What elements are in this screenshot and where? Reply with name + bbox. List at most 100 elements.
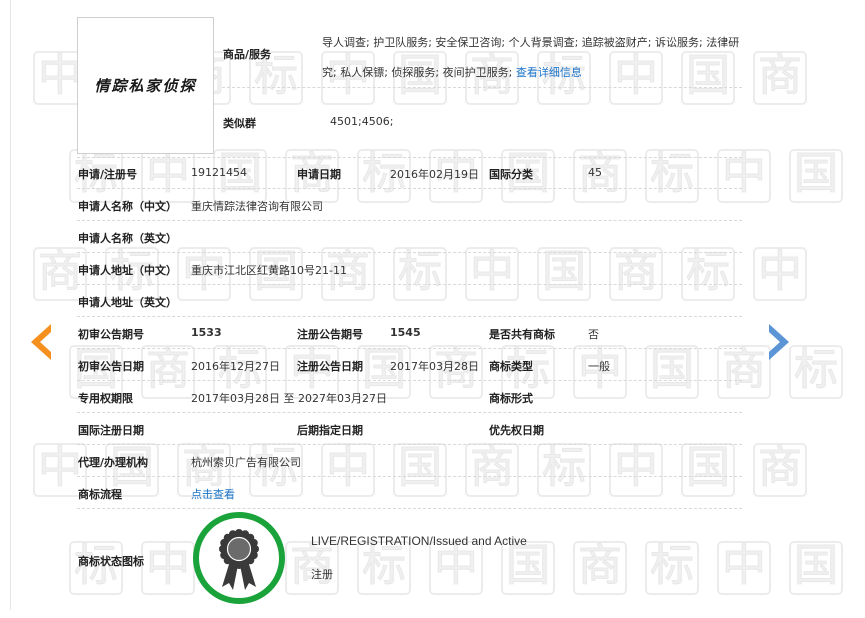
exclusive-value: 2017年03月28日 至 2027年03月27日 <box>191 392 387 405</box>
prelim-no-label: 初审公告期号 <box>78 328 144 341</box>
status-english: LIVE/REGISTRATION/Issued and Active <box>311 534 527 548</box>
watermark-box <box>789 541 843 595</box>
applicant-cn-value: 重庆情踪法律咨询有限公司 <box>191 200 323 213</box>
watermark-char: 商 <box>578 540 622 591</box>
watermark-char: 中 <box>146 540 190 591</box>
watermark-char: 中 <box>722 540 766 591</box>
apply-date-value: 2016年02月19日 <box>390 168 479 181</box>
watermark-box <box>501 541 555 595</box>
watermark-char: 标 <box>398 246 442 297</box>
status-chinese: 注册 <box>311 568 333 581</box>
goods-label: 商品/服务 <box>223 48 272 61</box>
watermark-char: 国 <box>542 246 586 297</box>
watermark-char: 商 <box>758 50 802 101</box>
divider <box>77 316 742 317</box>
mark-form-label: 商标形式 <box>489 392 533 405</box>
watermark-char: 中 <box>38 50 82 101</box>
registered-badge-icon <box>193 512 285 604</box>
watermark-char: 商 <box>722 344 766 395</box>
watermark-box <box>609 443 663 497</box>
divider <box>77 476 742 477</box>
watermark-box <box>753 247 807 301</box>
watermark-char: 国 <box>650 344 694 395</box>
watermark-box <box>753 51 807 105</box>
watermark-char: 标 <box>542 442 586 493</box>
goods-detail-link[interactable]: 查看详细信息 <box>516 66 582 79</box>
arrow-right-icon[interactable] <box>767 322 793 362</box>
goods-value: 导人调查; 护卫队服务; 安全保卫咨询; 个人背景调查; 追踪被盗财产; 诉讼服… <box>322 28 742 88</box>
watermark-box <box>789 149 843 203</box>
watermark-box <box>465 443 519 497</box>
apply-date-label: 申请日期 <box>297 168 341 181</box>
mark-type-value: 一般 <box>588 360 610 373</box>
watermark-char: 标 <box>794 344 838 395</box>
applicant-cn-label: 申请人名称（中文） <box>78 200 177 213</box>
reg-pub-no-label: 注册公告期号 <box>297 328 363 341</box>
divider <box>77 348 742 349</box>
arrow-left-icon[interactable] <box>27 322 53 362</box>
watermark-box <box>537 247 591 301</box>
agent-label: 代理/办理机构 <box>78 456 149 469</box>
watermark-char: 中 <box>614 442 658 493</box>
watermark-box <box>573 541 627 595</box>
process-label: 商标流程 <box>78 488 122 501</box>
divider <box>77 412 742 413</box>
intl-class-label: 国际分类 <box>489 168 533 181</box>
watermark-char: 商 <box>470 442 514 493</box>
watermark-box <box>753 443 807 497</box>
watermark-box <box>681 443 735 497</box>
watermark-box <box>681 247 735 301</box>
watermark-char: 商 <box>758 442 802 493</box>
divider <box>77 380 742 381</box>
applicant-en-label: 申请人名称（英文） <box>78 232 177 245</box>
divider <box>222 87 742 88</box>
watermark-char: 商 <box>38 246 82 297</box>
watermark-box <box>321 443 375 497</box>
address-en-label: 申请人地址（英文） <box>78 296 177 309</box>
left-border-line <box>10 0 11 610</box>
watermark-char: 中 <box>722 148 766 199</box>
watermark-box <box>645 541 699 595</box>
shared-value: 否 <box>588 328 599 341</box>
divider <box>77 252 742 253</box>
divider <box>77 284 742 285</box>
mark-type-label: 商标类型 <box>489 360 533 373</box>
watermark-char: 中 <box>470 246 514 297</box>
divider <box>77 188 742 189</box>
watermark-box <box>537 443 591 497</box>
reg-pub-date-label: 注册公告日期 <box>297 360 363 373</box>
intl-class-value: 45 <box>588 166 602 179</box>
priority-date-label: 优先权日期 <box>489 424 544 437</box>
watermark-box <box>609 247 663 301</box>
trademark-image: 情踪私家侦探 <box>77 17 214 154</box>
process-link[interactable]: 点击查看 <box>191 486 235 502</box>
prelim-date-value: 2016年12月27日 <box>191 360 280 373</box>
watermark-char: 中 <box>146 148 190 199</box>
watermark-box <box>717 541 771 595</box>
exclusive-label: 专用权期限 <box>78 392 133 405</box>
watermark-char: 商 <box>146 344 190 395</box>
similar-group-value: 4501;4506; <box>330 115 394 128</box>
trademark-detail-page: 中国商标中国商标中国商标中国商标中国商标中国商标中国商标中国商标中国商标中国商标… <box>0 0 865 618</box>
watermark-char: 中 <box>326 442 370 493</box>
watermark-box <box>393 443 447 497</box>
similar-group-label: 类似群 <box>223 117 256 130</box>
agent-value: 杭州索贝广告有限公司 <box>191 456 301 469</box>
divider <box>77 508 742 509</box>
intl-reg-date-label: 国际注册日期 <box>78 424 144 437</box>
divider <box>77 220 742 221</box>
reg-no-label: 申请/注册号 <box>78 168 138 181</box>
watermark-char: 国 <box>794 540 838 591</box>
divider <box>77 157 742 158</box>
watermark-box <box>717 345 771 399</box>
reg-no-value: 19121454 <box>191 166 247 179</box>
divider <box>77 444 742 445</box>
watermark-box <box>429 541 483 595</box>
watermark-box <box>357 541 411 595</box>
trademark-logo-text: 情踪私家侦探 <box>94 77 197 95</box>
prelim-no-value: 1533 <box>191 326 222 339</box>
watermark-char: 标 <box>650 540 694 591</box>
status-label: 商标状态图标 <box>78 555 144 568</box>
watermark-char: 国 <box>794 148 838 199</box>
later-date-label: 后期指定日期 <box>297 424 363 437</box>
